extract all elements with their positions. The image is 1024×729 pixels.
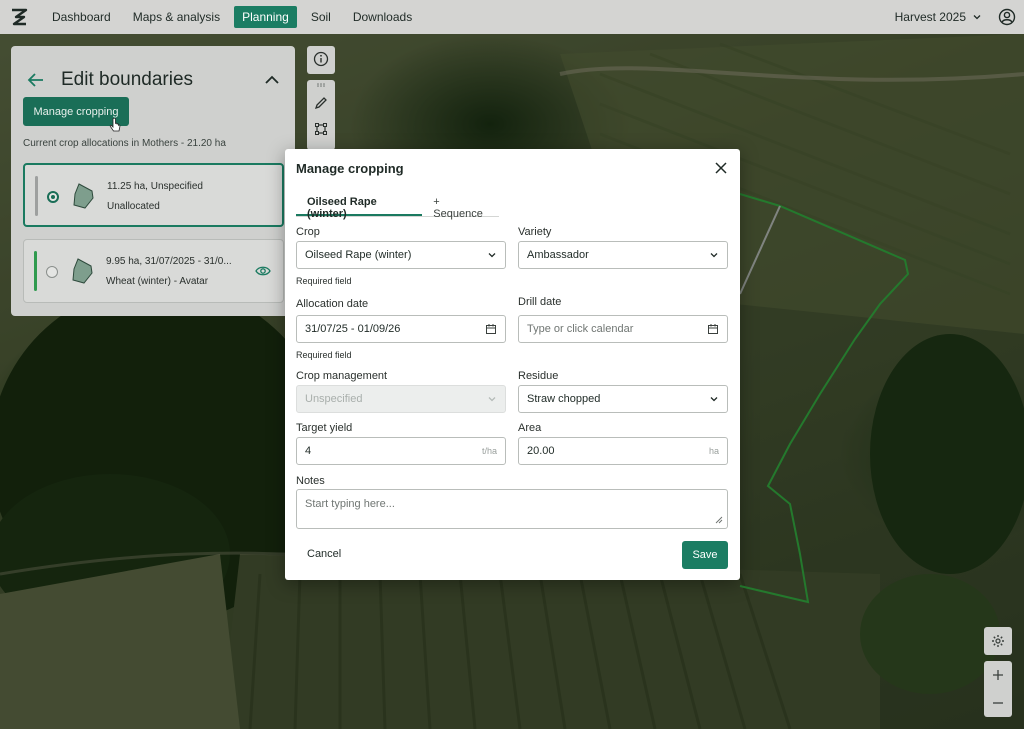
info-button[interactable] — [307, 46, 335, 72]
target-yield-value: 4 — [305, 445, 312, 457]
edit-boundaries-panel: Edit boundaries Manage cropping Current … — [11, 46, 295, 316]
area-label: Area — [518, 422, 542, 434]
dialog-title: Manage cropping — [296, 161, 404, 176]
notes-textarea[interactable]: Start typing here... — [296, 489, 728, 529]
eye-icon[interactable] — [255, 264, 271, 278]
allocation-summary: 9.95 ha, 31/07/2025 - 31/0... — [106, 256, 232, 267]
target-yield-unit: t/ha — [481, 446, 497, 456]
manage-cropping-dialog: Manage cropping Oilseed Rape (winter) + … — [285, 149, 740, 580]
crop-value: Oilseed Rape (winter) — [305, 249, 412, 261]
crop-label: Crop — [296, 226, 320, 238]
season-selector[interactable]: Harvest 2025 — [895, 10, 966, 24]
draw-button[interactable] — [307, 90, 335, 116]
info-icon — [313, 51, 329, 67]
crop-select[interactable]: Oilseed Rape (winter) — [296, 241, 506, 269]
gear-icon — [992, 635, 1004, 647]
user-account-icon[interactable] — [998, 8, 1016, 26]
nav-planning[interactable]: Planning — [234, 6, 297, 28]
allocation-date-required-hint: Required field — [296, 350, 352, 360]
nav-soil[interactable]: Soil — [303, 6, 339, 28]
allocation-radio[interactable] — [47, 191, 59, 203]
app-logo-icon[interactable] — [8, 6, 30, 28]
info-toolbar — [307, 46, 335, 74]
allocation-radio[interactable] — [46, 266, 58, 278]
allocation-card-unallocated[interactable]: 11.25 ha, Unspecified Unallocated — [23, 163, 284, 227]
nav-dashboard[interactable]: Dashboard — [44, 6, 119, 28]
top-navigation-bar: Dashboard Maps & analysis Planning Soil … — [0, 0, 1024, 34]
plus-icon — [993, 670, 1003, 680]
allocation-card-wheat[interactable]: 9.95 ha, 31/07/2025 - 31/0... Wheat (win… — [23, 239, 284, 303]
allocation-date-value: 31/07/25 - 01/09/26 — [305, 323, 401, 335]
back-arrow-icon[interactable] — [25, 69, 47, 91]
tab-oilseed-rape[interactable]: Oilseed Rape (winter) — [296, 191, 423, 220]
variety-value: Ambassador — [527, 249, 589, 261]
map-settings-control — [984, 627, 1012, 655]
notes-placeholder: Start typing here... — [305, 498, 395, 510]
residue-select[interactable]: Straw chopped — [518, 385, 728, 413]
variety-label: Variety — [518, 226, 552, 238]
minus-icon — [993, 702, 1003, 704]
hand-cursor-icon — [109, 118, 121, 132]
crop-management-label: Crop management — [296, 370, 388, 382]
crop-required-hint: Required field — [296, 276, 352, 286]
area-value: 20.00 — [527, 445, 555, 457]
chevron-down-icon[interactable] — [972, 12, 982, 22]
pencil-icon — [314, 97, 327, 110]
area-unit: ha — [708, 446, 719, 456]
allocation-date-label: Allocation date — [296, 298, 369, 310]
calendar-icon[interactable] — [485, 323, 497, 335]
zoom-control — [984, 661, 1012, 717]
allocation-color-bar — [35, 176, 38, 216]
nav-maps-analysis[interactable]: Maps & analysis — [125, 6, 228, 28]
allocation-date-field[interactable]: 31/07/25 - 01/09/26 — [296, 315, 506, 343]
chevron-down-icon — [710, 397, 718, 402]
resize-handle-icon[interactable] — [715, 516, 723, 524]
residue-value: Straw chopped — [527, 393, 601, 405]
chevron-down-icon — [488, 253, 496, 258]
save-button[interactable]: Save — [682, 541, 728, 569]
field-shape-icon — [72, 258, 93, 284]
map-settings-button[interactable] — [984, 627, 1012, 655]
zoom-out-button[interactable] — [984, 689, 1012, 717]
drag-handle-icon[interactable] — [316, 80, 326, 90]
zoom-in-button[interactable] — [984, 661, 1012, 689]
target-yield-input[interactable]: 4 t/ha — [296, 437, 506, 465]
crop-management-select: Unspecified — [296, 385, 506, 413]
crop-management-value: Unspecified — [305, 393, 363, 405]
allocation-color-bar — [34, 251, 37, 291]
residue-label: Residue — [518, 370, 559, 382]
drill-date-label: Drill date — [518, 296, 562, 308]
chevron-up-icon[interactable] — [263, 71, 281, 89]
allocation-summary: 11.25 ha, Unspecified — [107, 181, 203, 192]
close-icon[interactable] — [714, 161, 728, 175]
edit-vertices-button[interactable] — [307, 116, 335, 142]
notes-label: Notes — [296, 475, 325, 487]
allocation-crop: Unallocated — [107, 201, 160, 212]
chevron-down-icon — [488, 397, 496, 402]
polygon-edit-icon — [315, 123, 327, 135]
field-shape-icon — [73, 183, 94, 209]
crop-tabs: Oilseed Rape (winter) + Sequence — [296, 191, 499, 220]
tab-add-sequence[interactable]: + Sequence — [422, 191, 499, 220]
chevron-down-icon — [710, 253, 718, 258]
drawing-toolbar — [307, 80, 335, 150]
calendar-icon[interactable] — [707, 323, 719, 335]
cancel-button[interactable]: Cancel — [299, 544, 349, 564]
area-input[interactable]: 20.00 ha — [518, 437, 728, 465]
drill-date-field[interactable]: Type or click calendar — [518, 315, 728, 343]
nav-downloads[interactable]: Downloads — [345, 6, 420, 28]
allocation-crop: Wheat (winter) - Avatar — [106, 276, 209, 287]
panel-title: Edit boundaries — [61, 69, 194, 90]
variety-select[interactable]: Ambassador — [518, 241, 728, 269]
target-yield-label: Target yield — [296, 422, 353, 434]
allocation-caption: Current crop allocations in Mothers - 21… — [23, 138, 226, 149]
drill-date-placeholder: Type or click calendar — [527, 323, 634, 335]
